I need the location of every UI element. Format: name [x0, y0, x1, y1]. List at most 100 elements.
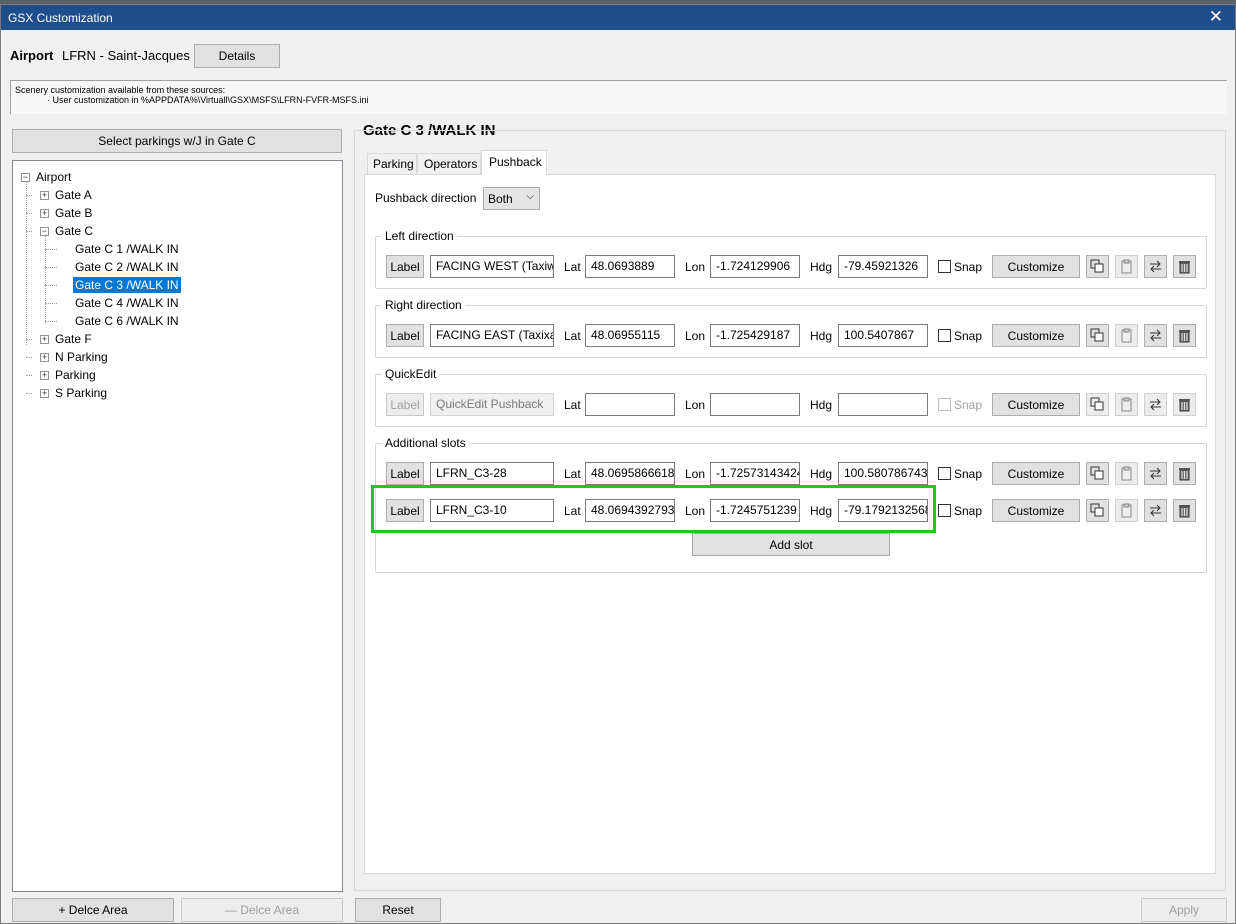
hdg-label: Hdg	[810, 260, 833, 274]
tree-item[interactable]: Gate A	[53, 187, 94, 203]
snap-checkbox[interactable]	[938, 504, 951, 517]
add-delce-area-button[interactable]: + Delce Area	[12, 898, 174, 922]
snap-checkbox	[938, 398, 951, 411]
trash-icon[interactable]	[1173, 324, 1196, 347]
trash-icon[interactable]	[1173, 499, 1196, 522]
snap-label: Snap	[954, 467, 983, 481]
additional-slots-title: Additional slots	[382, 436, 469, 450]
lat-field[interactable]: 48.0695866618	[585, 462, 675, 485]
hdg-field[interactable]: 100.5407867	[838, 324, 928, 347]
lat-field[interactable]: 48.06955115	[585, 324, 675, 347]
tree-item[interactable]: Gate F	[53, 331, 94, 347]
swap-icon[interactable]	[1144, 255, 1167, 278]
airport-value: LFRN - Saint-Jacques	[62, 48, 190, 63]
snap-checkbox[interactable]	[938, 260, 951, 273]
tree-expander-icon[interactable]: −	[21, 173, 30, 182]
slot-name-field: QuickEdit Pushback	[430, 393, 554, 416]
tab-parking[interactable]: Parking	[367, 153, 417, 174]
tree-item[interactable]: Parking	[53, 367, 98, 383]
lat-field[interactable]: 48.0693889	[585, 255, 675, 278]
customize-button[interactable]: Customize	[992, 255, 1080, 278]
right-direction-title: Right direction	[382, 298, 465, 312]
hdg-field[interactable]: -79.45921326	[838, 255, 928, 278]
tree-item[interactable]: Gate C 4 /WALK IN	[73, 295, 181, 311]
reset-button[interactable]: Reset	[355, 898, 441, 922]
slot-name-field[interactable]: FACING WEST (Taxiwa	[430, 255, 554, 278]
copy-icon[interactable]	[1086, 255, 1109, 278]
tree-expander-icon[interactable]: +	[40, 389, 49, 398]
slot-name-field[interactable]: LFRN_C3-28	[430, 462, 554, 485]
hdg-field[interactable]: 100.580786743	[838, 462, 928, 485]
tree-expander-icon[interactable]: +	[40, 191, 49, 200]
lon-field[interactable]: -1.725429187	[710, 324, 800, 347]
tree-item[interactable]: Airport	[34, 169, 73, 185]
pushback-direction-label: Pushback direction	[375, 191, 477, 205]
hdg-field[interactable]	[838, 393, 928, 416]
copy-icon[interactable]	[1086, 499, 1109, 522]
tree-expander-icon[interactable]: +	[40, 335, 49, 344]
lon-field[interactable]	[710, 393, 800, 416]
tree-item[interactable]: Gate C 6 /WALK IN	[73, 313, 181, 329]
snap-label: Snap	[954, 504, 983, 518]
slot-name-field[interactable]: FACING EAST (Taxixay	[430, 324, 554, 347]
select-parkings-button[interactable]: Select parkings w/J in Gate C	[12, 129, 342, 153]
tree-expander-icon[interactable]: −	[40, 227, 49, 236]
left-direction-title: Left direction	[382, 229, 457, 243]
sources-line-2: · User customization in %APPDATA%\Virtua…	[47, 95, 369, 105]
swap-icon	[1144, 393, 1167, 416]
label-button[interactable]: Label	[386, 462, 424, 485]
snap-checkbox[interactable]	[938, 329, 951, 342]
airport-label: Airport	[10, 48, 54, 63]
tree-expander-icon[interactable]: +	[40, 353, 49, 362]
trash-icon[interactable]	[1173, 255, 1196, 278]
close-icon[interactable]: ✕	[1209, 7, 1223, 27]
swap-icon[interactable]	[1144, 499, 1167, 522]
snap-checkbox[interactable]	[938, 467, 951, 480]
lon-field[interactable]: -1.72573143424	[710, 462, 800, 485]
trash-icon[interactable]	[1173, 462, 1196, 485]
snap-label: Snap	[954, 260, 983, 274]
swap-icon[interactable]	[1144, 324, 1167, 347]
clipboard-icon	[1115, 324, 1138, 347]
remove-delce-area-button: — Delce Area	[181, 898, 343, 922]
customize-button[interactable]: Customize	[992, 499, 1080, 522]
customize-button[interactable]: Customize	[992, 393, 1080, 416]
label-button[interactable]: Label	[386, 324, 424, 347]
tree-expander-icon[interactable]: +	[40, 209, 49, 218]
customize-button[interactable]: Customize	[992, 324, 1080, 347]
pushback-direction-select[interactable]: Both ⌵	[483, 187, 540, 210]
clipboard-icon	[1115, 255, 1138, 278]
quickedit-title: QuickEdit	[382, 367, 440, 381]
highlight-box	[371, 485, 936, 533]
tree-item[interactable]: N Parking	[53, 349, 110, 365]
details-button[interactable]: Details	[194, 44, 280, 68]
tree-item[interactable]: S Parking	[53, 385, 109, 401]
lon-label: Lon	[685, 398, 706, 412]
customize-button[interactable]: Customize	[992, 462, 1080, 485]
lon-label: Lon	[685, 260, 706, 274]
lon-field[interactable]: -1.724129906	[710, 255, 800, 278]
tree-expander-icon[interactable]: +	[40, 371, 49, 380]
hdg-label: Hdg	[810, 329, 833, 343]
tree-item[interactable]: Gate C 1 /WALK IN	[73, 241, 181, 257]
sources-line-1: Scenery customization available from the…	[15, 85, 226, 95]
tree-item[interactable]: Gate C	[53, 223, 95, 239]
lon-label: Lon	[685, 467, 706, 481]
tab-operators[interactable]: Operators	[417, 153, 481, 174]
tab-parking-label: Parking	[373, 157, 414, 171]
tree-item[interactable]: Gate C 3 /WALK IN	[72, 276, 182, 294]
lat-label: Lat	[564, 260, 581, 274]
clipboard-icon	[1115, 499, 1138, 522]
label-button[interactable]: Label	[386, 255, 424, 278]
lat-field[interactable]	[585, 393, 675, 416]
copy-icon[interactable]	[1086, 462, 1109, 485]
tree-item[interactable]: Gate C 2 /WALK IN	[73, 259, 181, 275]
pushback-direction-value: Both	[488, 192, 513, 206]
swap-icon[interactable]	[1144, 462, 1167, 485]
clipboard-icon	[1115, 462, 1138, 485]
lat-label: Lat	[564, 398, 581, 412]
tree-item[interactable]: Gate B	[53, 205, 94, 221]
add-slot-button[interactable]: Add slot	[692, 533, 890, 556]
copy-icon[interactable]	[1086, 324, 1109, 347]
tab-pushback[interactable]: Pushback	[481, 150, 547, 175]
